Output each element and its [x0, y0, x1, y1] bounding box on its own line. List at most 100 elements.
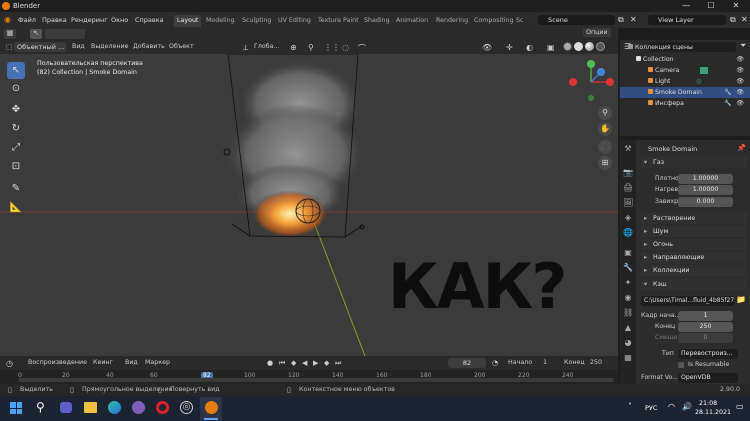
outliner-row-smoke-domain[interactable]: Smoke Domain 🔧 👁	[620, 87, 750, 98]
wifi-icon[interactable]: ◠	[668, 402, 675, 411]
outliner-row-icosphere[interactable]: Инсфера 🔧 👁	[620, 98, 750, 109]
noise-panel-header[interactable]: Шум	[641, 226, 747, 237]
visibility-eye-icon[interactable]: 👁	[736, 54, 744, 65]
camera-data-icon[interactable]	[700, 67, 708, 74]
ortho-toggle-icon[interactable]: ⊞	[598, 156, 612, 170]
modifier-icon[interactable]: 🔧	[724, 98, 732, 109]
timeline-view-menu[interactable]: Вид	[125, 359, 138, 366]
timeline-ruler[interactable]: 0 20 40 60 82 100 120 140 160 180 200 22…	[0, 370, 618, 384]
outliner-row-camera[interactable]: Camera 👁	[620, 65, 750, 76]
cursor-tool-icon[interactable]: ↖	[30, 29, 42, 39]
copy-view-layer-icon[interactable]: ⧉	[730, 15, 736, 25]
minimize-button[interactable]: —	[676, 0, 696, 12]
steam-icon[interactable]: ◎	[180, 401, 193, 414]
prev-key-icon[interactable]: ◆	[291, 359, 296, 367]
guides-panel-header[interactable]: Направляющие	[641, 252, 747, 263]
menu-add[interactable]: Добавить	[133, 43, 165, 50]
pivot-icon[interactable]: ⊕	[290, 43, 297, 52]
keying-menu[interactable]: Кеинг	[93, 359, 113, 366]
chat-icon[interactable]	[60, 402, 72, 413]
select-tool-icon[interactable]: ↖	[7, 62, 25, 79]
current-frame-field[interactable]: 82	[448, 358, 486, 368]
world-tab-icon[interactable]: 🌐	[623, 228, 633, 238]
offset-field[interactable]: 0	[678, 333, 733, 343]
tab-sculpting[interactable]: Sculpting	[239, 15, 274, 27]
clock-date[interactable]: 28.11.2021	[695, 409, 731, 416]
delete-view-layer-icon[interactable]: ✕	[741, 15, 748, 24]
search-icon[interactable]: ⚲	[36, 400, 45, 414]
shading-wireframe-icon[interactable]	[563, 42, 572, 51]
snap-icon[interactable]: ⚲	[308, 43, 314, 52]
shading-solid-icon[interactable]	[574, 42, 583, 51]
view-layer-selector[interactable]: View Layer	[648, 15, 726, 25]
tab-uv-editing[interactable]: UV Editing	[275, 15, 314, 27]
record-icon[interactable]: ●	[267, 359, 273, 367]
shading-material-icon[interactable]	[585, 42, 594, 51]
playback-menu[interactable]: Воспроизведение	[28, 359, 87, 366]
navigation-gizmo[interactable]	[566, 60, 616, 104]
menu-edit[interactable]: Правка	[42, 16, 67, 24]
heat-field[interactable]: 1.00000	[678, 185, 733, 195]
overlay-icon[interactable]: ◐	[526, 43, 533, 52]
zoom-icon[interactable]: ⚲	[598, 106, 612, 120]
close-button[interactable]: ✕	[726, 0, 746, 12]
maximize-button[interactable]: ☐	[701, 0, 721, 12]
falloff-icon[interactable]: ⌒	[358, 43, 366, 54]
delete-scene-icon[interactable]: ✕	[630, 15, 637, 24]
language-indicator[interactable]: РУС	[645, 404, 657, 412]
view-object-mode-icon[interactable]: ⬚	[6, 43, 13, 51]
view-layer-tab-icon[interactable]: 🖼	[623, 198, 633, 208]
render-tab-icon[interactable]: 📷	[623, 168, 633, 178]
rotate-tool-icon[interactable]: ↻	[7, 120, 25, 137]
gizmo-icon[interactable]: ✛	[506, 43, 513, 52]
options-dropdown[interactable]: Опции	[583, 28, 611, 37]
menu-object[interactable]: Объект	[169, 43, 194, 50]
outliner-row-light[interactable]: Light ◎ 👁	[620, 76, 750, 87]
menu-help[interactable]: Справка	[135, 16, 164, 24]
format-dropdown[interactable]: OpenVDB	[678, 373, 738, 383]
tab-animation[interactable]: Animation	[393, 15, 431, 27]
blender-menu-icon[interactable]: ◉	[4, 15, 11, 24]
tray-chevron-icon[interactable]: ˄	[628, 402, 632, 411]
scene-tab-icon[interactable]: ◈	[623, 213, 633, 223]
jump-end-icon[interactable]: ⏭	[335, 359, 341, 368]
tab-compositing[interactable]: Compositing	[471, 15, 516, 27]
visibility-eye-icon[interactable]: 👁	[736, 98, 744, 109]
end-frame-value[interactable]: 250	[590, 359, 602, 366]
data-tab-icon[interactable]: ▲	[623, 323, 633, 333]
tab-modeling[interactable]: Modeling	[203, 15, 238, 27]
density-field[interactable]: 1.00000	[678, 174, 733, 184]
visibility-icon[interactable]: 👁	[482, 43, 492, 52]
notifications-icon[interactable]: ▭	[736, 402, 744, 411]
scene-selector[interactable]: Scene	[538, 15, 615, 25]
volume-icon[interactable]: 🔊	[682, 402, 692, 411]
tab-scripting[interactable]: Sc	[513, 15, 526, 27]
camera-view-icon[interactable]: 🎥	[598, 140, 612, 154]
tab-texture-paint[interactable]: Texture Paint	[315, 15, 362, 27]
modifier-icon[interactable]: 🔧	[724, 87, 732, 98]
fire-panel-header[interactable]: Огонь	[641, 239, 747, 250]
move-tool-icon[interactable]: ✥	[7, 101, 25, 118]
outliner-row-collection[interactable]: Collection 👁	[620, 54, 750, 65]
modifier-tab-icon[interactable]: 🔧	[623, 263, 633, 273]
visibility-eye-icon[interactable]: 👁	[736, 65, 744, 76]
play-reverse-icon[interactable]: ◀	[302, 359, 307, 367]
xray-icon[interactable]: ▣	[547, 43, 555, 52]
play-icon[interactable]: ▶	[313, 359, 318, 367]
pan-hand-icon[interactable]: ✋	[598, 122, 612, 136]
measure-tool-icon[interactable]: 📐	[7, 199, 25, 216]
tool-tab-icon[interactable]: ⚒	[623, 144, 633, 154]
timeline-editor-icon[interactable]: ◷	[6, 359, 13, 368]
pin-icon[interactable]: 📌	[737, 144, 746, 152]
selection-mode-buttons[interactable]	[45, 29, 85, 39]
copy-scene-icon[interactable]: ⧉	[618, 15, 624, 25]
material-tab-icon[interactable]: ◕	[623, 338, 633, 348]
tab-rendering[interactable]: Rendering	[433, 15, 471, 27]
cache-type-dropdown[interactable]: Перевостроиз...	[678, 349, 738, 359]
cache-end-field[interactable]: 250	[678, 322, 733, 332]
texture-tab-icon[interactable]: ▦	[623, 353, 633, 363]
visibility-eye-icon[interactable]: 👁	[736, 76, 744, 87]
vorticity-field[interactable]: 0.000	[678, 197, 733, 207]
menu-window[interactable]: Окно	[111, 16, 128, 24]
edge-browser-icon[interactable]	[108, 401, 121, 414]
